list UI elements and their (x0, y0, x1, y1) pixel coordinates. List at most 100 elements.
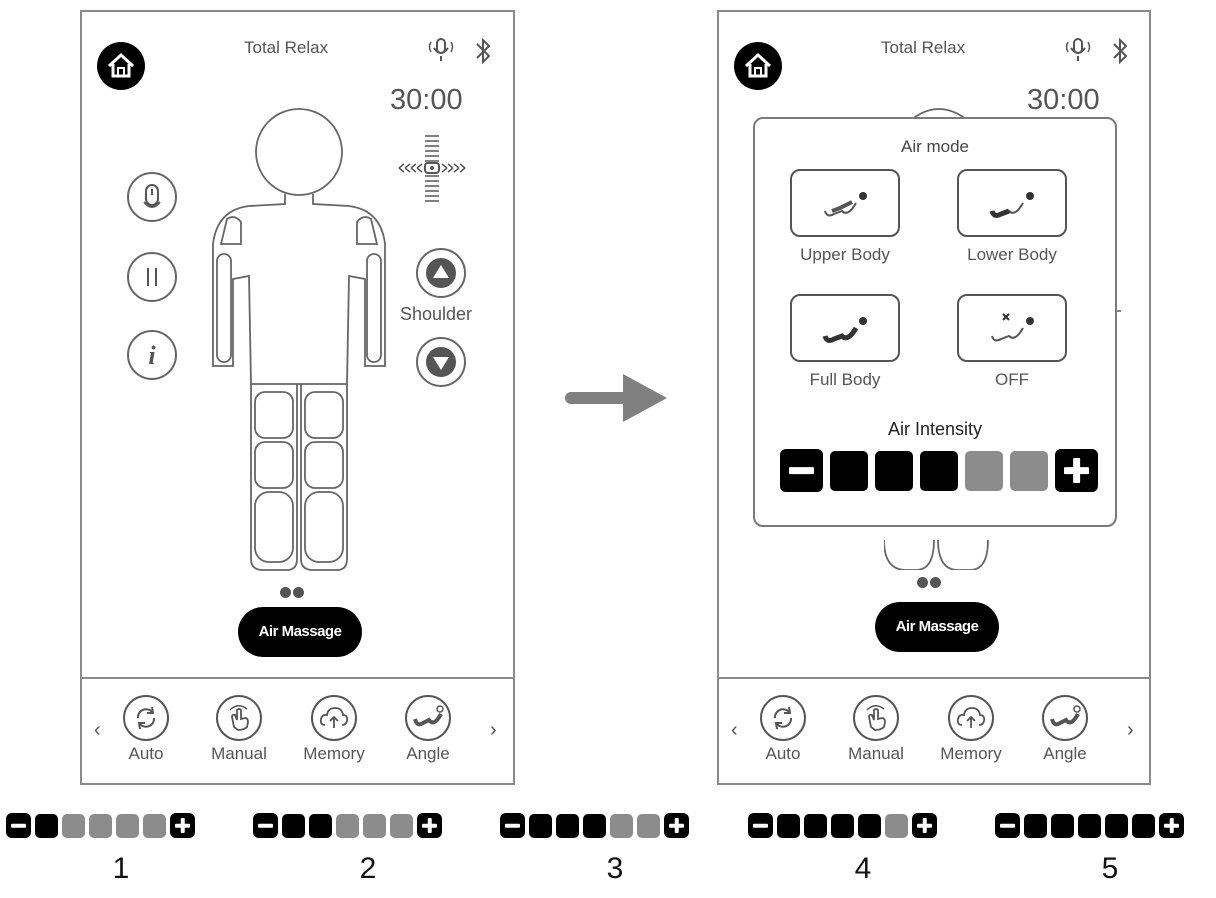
intensity-segment (35, 813, 58, 838)
intensity-segment (1024, 813, 1047, 838)
info-button[interactable]: i (127, 330, 177, 380)
intensity-segment (1010, 450, 1048, 491)
nav-angle[interactable]: Angle (388, 695, 468, 764)
intensity-segment (583, 813, 606, 838)
nav-manual[interactable]: Manual (199, 695, 279, 764)
mode-lower-body[interactable]: Lower Body (937, 169, 1087, 265)
intensity-segment (1132, 813, 1155, 838)
transition-arrow-icon (565, 372, 669, 429)
nav-auto[interactable]: Auto (106, 695, 186, 764)
minus-icon (253, 813, 278, 838)
arrow-up-icon (426, 258, 456, 288)
intensity-segment (1051, 813, 1074, 838)
shoulder-label: Shoulder (400, 304, 473, 324)
auto-icon (760, 695, 806, 741)
cloud-upload-icon (311, 695, 357, 741)
chevron-right-icon[interactable]: › (490, 719, 497, 742)
page-title: Total Relax (881, 38, 966, 57)
decrease-intensity-button[interactable] (780, 449, 823, 492)
shoulder-down-button[interactable] (416, 337, 466, 387)
pause-button[interactable] (127, 252, 177, 302)
home-icon[interactable] (97, 42, 145, 90)
intensity-segment (62, 813, 85, 838)
intensity-segment (390, 813, 413, 838)
plus-icon (417, 813, 442, 838)
mode-full-body[interactable]: Full Body (770, 294, 920, 390)
intensity-segment (830, 450, 868, 491)
intensity-segment (556, 813, 579, 838)
level-5-bar (995, 813, 1184, 838)
minus-icon (500, 813, 525, 838)
bluetooth-icon[interactable] (472, 36, 494, 71)
mode-upper-body[interactable]: Upper Body (770, 169, 920, 265)
level-2-bar (253, 813, 442, 838)
level-4-bar (748, 813, 937, 838)
level-caption: 3 (606, 852, 624, 885)
popup-title: Air mode (900, 137, 970, 156)
nav-auto[interactable]: Auto (743, 695, 823, 764)
chevron-left-icon[interactable]: ‹ (731, 719, 738, 742)
recline-icon (405, 695, 451, 741)
plus-icon (912, 813, 937, 838)
bluetooth-icon[interactable] (1109, 36, 1131, 71)
nav-manual[interactable]: Manual (836, 695, 916, 764)
minus-icon (995, 813, 1020, 838)
level-caption: 4 (854, 852, 872, 885)
intensity-segment (920, 450, 958, 491)
intensity-segment (143, 813, 166, 838)
increase-intensity-button[interactable] (1055, 449, 1098, 492)
pause-icon (147, 268, 157, 286)
hand-icon (216, 695, 262, 741)
intensity-segment (831, 813, 854, 838)
air-massage-button[interactable]: Air Massage (238, 607, 362, 657)
intensity-segment (309, 813, 332, 838)
recline-icon (1042, 695, 1088, 741)
session-timer: 30:00 (390, 84, 463, 116)
chevron-right-icon[interactable]: › (1127, 719, 1134, 742)
chevron-left-icon[interactable]: ‹ (94, 719, 101, 742)
plus-icon (1159, 813, 1184, 838)
page-indicator (279, 587, 305, 598)
intensity-label: Air Intensity (887, 419, 983, 439)
left-screen: Total Relax 30:00 i Shoulder Air Massage… (80, 10, 515, 785)
hand-icon (853, 695, 899, 741)
intensity-segment (1078, 813, 1101, 838)
intensity-segment (610, 813, 633, 838)
mic-icon (143, 184, 161, 208)
body-diagram (207, 104, 392, 579)
intensity-segment (875, 450, 913, 491)
voice-icon[interactable] (1062, 36, 1094, 69)
intensity-segment (777, 813, 800, 838)
mic-button[interactable] (127, 172, 177, 222)
cloud-upload-icon (948, 695, 994, 741)
upper-body-icon (790, 169, 900, 237)
mode-nav-bar: ‹ Auto Manual Memory Angle › (82, 677, 513, 785)
shoulder-up-button[interactable] (416, 248, 466, 298)
intensity-segment (116, 813, 139, 838)
lower-body-icon (957, 169, 1067, 237)
level-caption: 5 (1101, 852, 1119, 885)
voice-icon[interactable] (425, 36, 457, 69)
nav-angle[interactable]: Angle (1025, 695, 1105, 764)
svg-text:i: i (148, 341, 156, 370)
home-icon[interactable] (734, 42, 782, 90)
page-title: Total Relax (244, 38, 329, 57)
full-body-icon (790, 294, 900, 362)
level-caption: 2 (359, 852, 377, 885)
intensity-segment (1105, 813, 1128, 838)
mode-off[interactable]: OFF (937, 294, 1087, 390)
page-indicator (916, 577, 942, 588)
minus-icon (748, 813, 773, 838)
nav-memory[interactable]: Memory (931, 695, 1011, 764)
nav-memory[interactable]: Memory (294, 695, 374, 764)
intensity-segment (858, 813, 881, 838)
level-1-bar (6, 813, 195, 838)
intensity-segment (804, 813, 827, 838)
air-intensity-control[interactable] (780, 449, 1098, 492)
intensity-segment (885, 813, 908, 838)
plus-icon (170, 813, 195, 838)
intensity-segment (336, 813, 359, 838)
air-massage-button[interactable]: Air Massage (875, 602, 999, 652)
info-icon: i (148, 341, 156, 370)
intensity-segment (89, 813, 112, 838)
